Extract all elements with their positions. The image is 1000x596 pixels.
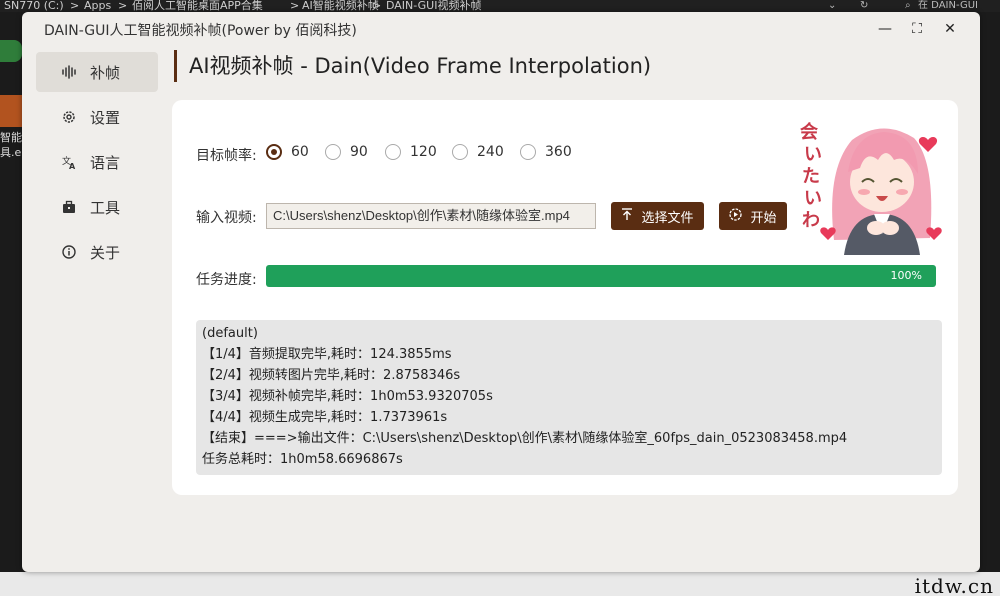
sidebar-item-label: 工具 [90, 198, 121, 217]
sidebar-item-settings[interactable]: 设置 [36, 97, 158, 137]
log-line: (default) [202, 326, 258, 341]
input-video-label: 输入视频: [196, 210, 257, 226]
breadcrumb-collection[interactable]: 佰阅人工智能桌面APP合集 [132, 0, 263, 12]
chevron-down-icon[interactable]: ⌄ [828, 0, 836, 12]
radio-icon[interactable] [325, 144, 341, 160]
framerate-option-120[interactable]: 120 [385, 144, 437, 160]
radio-selected-icon[interactable] [266, 144, 282, 160]
sidebar-item-label: 补帧 [90, 63, 121, 82]
window-title: DAIN-GUI人工智能视频补帧(Power by 佰阅科技) [44, 23, 357, 39]
radio-label: 90 [350, 144, 368, 160]
toolbox-icon [62, 200, 76, 214]
minimize-button[interactable]: — [874, 19, 896, 39]
breadcrumb-separator: > [70, 0, 80, 12]
desktop-folder-icon[interactable] [0, 95, 22, 127]
page-title-wrapper: AI视频补帧 - Dain(Video Frame Interpolation) [174, 50, 651, 82]
sidebar-item-label: 语言 [90, 153, 121, 172]
select-file-button[interactable]: 选择文件 [611, 202, 704, 230]
radio-label: 60 [291, 144, 309, 160]
breadcrumb-dain-gui[interactable]: DAIN-GUI视频补帧 [386, 0, 481, 12]
desktop-icon-label: 智能 具.e [0, 131, 22, 159]
framerate-option-60[interactable]: 60 [266, 144, 309, 160]
mascot-text: 会いたいわ [800, 121, 822, 231]
log-line: 【3/4】视频补帧完毕,耗时：1h0m53.9320705s [202, 389, 493, 404]
radio-label: 120 [410, 144, 437, 160]
upload-icon [621, 208, 633, 224]
app-window: DAIN-GUI人工智能视频补帧(Power by 佰阅科技) — ⛶ ✕ 补帧… [22, 12, 980, 572]
desktop-background-right [980, 12, 1000, 596]
framerate-option-240[interactable]: 240 [452, 144, 504, 160]
waveform-icon [62, 65, 76, 79]
log-line: 【1/4】音频提取完毕,耗时：124.3855ms [202, 347, 452, 362]
breadcrumb-ai-frame[interactable]: AI智能视频补帧 [302, 0, 379, 12]
translate-icon: 文A [62, 155, 76, 171]
log-output-panel[interactable]: (default) 【1/4】音频提取完毕,耗时：124.3855ms 【2/4… [196, 320, 942, 475]
breadcrumb-separator: > [118, 0, 128, 12]
breadcrumb-separator: > [290, 0, 300, 12]
breadcrumb-separator: > [372, 0, 382, 12]
progress-fill [266, 265, 936, 287]
start-circle-icon [729, 208, 743, 224]
watermark: itdw.cn [914, 574, 994, 596]
radio-icon[interactable] [385, 144, 401, 160]
close-button[interactable]: ✕ [939, 19, 961, 39]
explorer-breadcrumb-bar: SN770 (C:) > Apps > 佰阅人工智能桌面APP合集 > AI智能… [0, 0, 1000, 12]
sidebar-item-language[interactable]: 文A 语言 [36, 142, 158, 182]
framerate-option-90[interactable]: 90 [325, 144, 368, 160]
explorer-search-input[interactable]: 在 DAIN-GUI [918, 0, 978, 12]
framerate-option-360[interactable]: 360 [520, 144, 572, 160]
start-button[interactable]: 开始 [719, 202, 787, 230]
radio-icon[interactable] [520, 144, 536, 160]
info-icon [62, 245, 76, 259]
log-line: 任务总耗时：1h0m58.6696867s [202, 452, 403, 467]
desktop-strip [0, 572, 1000, 596]
breadcrumb-drive[interactable]: SN770 (C:) [4, 0, 64, 12]
input-video-path-field[interactable]: C:\Users\shenz\Desktop\创作\素材\随缘体验室.mp4 [266, 203, 596, 229]
radio-label: 240 [477, 144, 504, 160]
log-line: 【2/4】视频转图片完毕,耗时：2.8758346s [202, 368, 461, 383]
sidebar-item-label: 设置 [90, 108, 121, 127]
page-title: AI视频补帧 - Dain(Video Frame Interpolation) [189, 54, 652, 78]
refresh-icon[interactable]: ↻ [860, 0, 868, 12]
svg-text:A: A [69, 162, 76, 169]
sidebar-item-tools[interactable]: 工具 [36, 187, 158, 227]
sidebar-item-frame-interpolation[interactable]: 补帧 [36, 52, 158, 92]
anime-mascot-illustration: 会いたいわ [794, 110, 942, 255]
progress-label: 任务进度: [196, 272, 257, 288]
progress-percent: 100% [890, 269, 922, 282]
title-bar[interactable]: DAIN-GUI人工智能视频补帧(Power by 佰阅科技) — ⛶ ✕ [22, 12, 980, 46]
desktop-app-icon[interactable] [0, 40, 22, 62]
log-line: 【4/4】视频生成完毕,耗时：1.7373961s [202, 410, 448, 425]
start-label: 开始 [750, 210, 777, 226]
search-icon: ⌕ [905, 0, 911, 11]
breadcrumb-apps[interactable]: Apps [84, 0, 111, 12]
select-file-label: 选择文件 [641, 210, 694, 226]
radio-icon[interactable] [452, 144, 468, 160]
radio-label: 360 [545, 144, 572, 160]
sidebar: 补帧 设置 文A 语言 工具 关于 [36, 52, 158, 277]
sidebar-item-label: 关于 [90, 243, 121, 262]
framerate-label: 目标帧率: [196, 148, 257, 164]
log-line: 【结束】===>输出文件：C:\Users\shenz\Desktop\创作\素… [202, 431, 848, 446]
gear-icon [62, 110, 76, 124]
sidebar-item-about[interactable]: 关于 [36, 232, 158, 272]
task-progress-bar: 100% [266, 265, 936, 287]
maximize-button[interactable]: ⛶ [906, 19, 928, 39]
